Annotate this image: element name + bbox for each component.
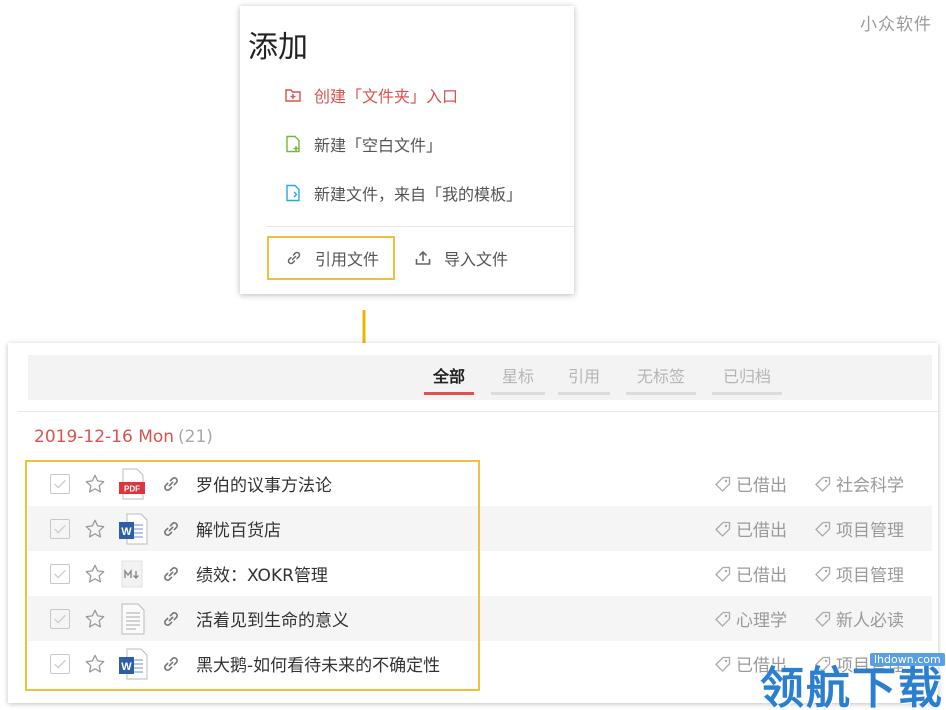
tag-icon [815,476,831,492]
new-from-template-label: 新建文件，来自「我的模板」 [314,185,523,204]
create-folder-entry-item[interactable]: 创建「文件夹」入口 [284,82,458,108]
tag-icon [715,566,731,582]
tab-referenced[interactable]: 引用 [558,363,610,395]
tag-icon [715,611,731,627]
folder-plus-icon [285,89,301,102]
tab-starred-label: 星标 [501,367,534,386]
import-file-label: 导入文件 [444,250,509,269]
template-file-icon [286,184,300,202]
reference-file-label: 引用文件 [315,250,380,269]
panel-divider [18,411,938,412]
watermark-url: lhdown.com [870,653,945,666]
tag-label: 项目管理 [836,521,904,541]
tag-icon [715,656,731,672]
upload-icon [415,250,431,265]
date-group-date: 2019-12-16 Mon [34,427,175,447]
tab-all[interactable]: 全部 [424,363,474,395]
tag-icon [715,476,731,492]
new-file-icon [286,135,300,153]
tag-label: 已借出 [736,521,787,541]
tab-archived[interactable]: 已归档 [712,363,782,395]
tag-label: 新人必读 [836,611,904,631]
create-folder-entry-label: 创建「文件夹」入口 [314,87,459,106]
new-blank-file-label: 新建「空白文件」 [314,136,443,155]
tab-all-label: 全部 [432,367,465,386]
popup-title: 添加 [248,30,308,65]
rows-highlight-box [25,460,480,691]
tag-icon [715,521,731,537]
tag-icon [815,566,831,582]
link-icon [287,251,301,265]
tag-icon [815,521,831,537]
tag-label: 已借出 [736,566,787,586]
tag-chip[interactable]: 已借出 [714,471,787,496]
tag-chip[interactable]: 项目管理 [814,561,904,586]
tag-chip[interactable]: 新人必读 [814,606,904,631]
tag-chip[interactable]: 已借出 [714,561,787,586]
new-from-template-item[interactable]: 新建文件，来自「我的模板」 [284,180,522,206]
add-popup: 添加 创建「文件夹」入口 新建「空白文件」 新建文件，来自「我的模板」 引用文件 [240,6,574,294]
watermark-text: 小众软件 [860,15,932,35]
tag-label: 已借出 [736,476,787,496]
tab-untagged-label: 无标签 [636,367,685,386]
tag-icon [815,611,831,627]
new-blank-file-item[interactable]: 新建「空白文件」 [284,131,442,157]
date-group-count: (21) [178,427,213,447]
tag-chip[interactable]: 社会科学 [814,471,904,496]
tab-starred[interactable]: 星标 [491,363,545,395]
tab-untagged[interactable]: 无标签 [626,363,696,395]
tag-label: 项目管理 [836,566,904,586]
date-group-header: 2019-12-16 Mon (21) [34,427,213,447]
tag-label: 社会科学 [836,476,904,496]
reference-file-button[interactable]: 引用文件 [267,236,395,280]
tab-archived-label: 已归档 [722,367,771,386]
tag-chip[interactable]: 项目管理 [814,516,904,541]
import-file-button[interactable]: 导入文件 [414,238,508,278]
popup-divider [267,226,574,227]
tab-referenced-label: 引用 [567,367,600,386]
tag-label: 心理学 [736,611,787,631]
tag-chip[interactable]: 心理学 [714,606,787,631]
tag-chip[interactable]: 已借出 [714,516,787,541]
filter-tab-bar: 全部 星标 引用 无标签 已归档 [28,355,932,400]
